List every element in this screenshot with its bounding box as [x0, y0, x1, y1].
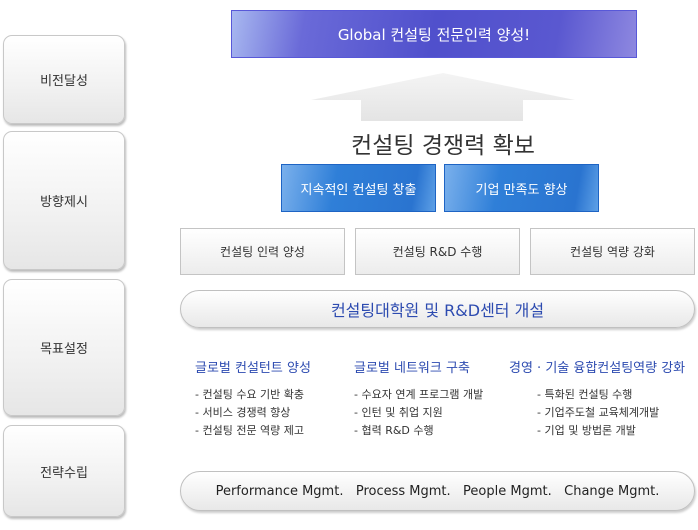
management-bar: Performance Mgmt. Process Mgmt. People M…	[180, 471, 695, 511]
strategy-item: 컨설팅 전문 역량 제고	[195, 422, 311, 440]
goal-box: 컨설팅 인력 양성	[180, 228, 345, 275]
strategy-column: 경영 · 기술 융합컨설팅역량 강화 특화된 컨설팅 수행기업주도철 교육체계개…	[509, 357, 685, 440]
goal-label: 컨설팅 R&D 수행	[392, 245, 483, 259]
strategy-item: 컨설팅 수요 기반 확충	[195, 386, 311, 404]
stage-direction: 방향제시	[3, 131, 125, 270]
strategy-item: 기업주도철 교육체계개발	[537, 404, 685, 422]
strategy-title: 경영 · 기술 융합컨설팅역량 강화	[509, 361, 686, 376]
strategy-title: 글로벌 네트워크 구축	[354, 361, 470, 376]
goal-box: 컨설팅 역량 강화	[530, 228, 695, 275]
strategy-item: 기업 및 방법론 개발	[537, 422, 685, 440]
direction-label: 지속적인 컨설팅 창출	[300, 182, 417, 198]
goal-bar: 컨설팅대학원 및 R&D센터 개설	[180, 290, 695, 328]
goal-box: 컨설팅 R&D 수행	[355, 228, 520, 275]
stage-vision: 비전달성	[3, 35, 125, 124]
stage-goal: 목표설정	[3, 279, 125, 416]
strategy-item: 서비스 경쟁력 향상	[195, 404, 311, 422]
strategy-item: 협력 R&D 수행	[354, 422, 483, 440]
stage-label: 전략수립	[40, 465, 88, 481]
strategy-item: 인턴 및 취업 지원	[354, 404, 483, 422]
strategy-column: 글로벌 네트워크 구축 수요자 연계 프로그램 개발인턴 및 취업 지원협력 R…	[354, 357, 483, 440]
vision-text: Global 컨설팅 전문인력 양성!	[337, 25, 531, 44]
strategy-title: 글로벌 컨설턴트 양성	[195, 361, 311, 376]
direction-box: 기업 만족도 향상	[444, 164, 599, 212]
strategy-column: 글로벌 컨설턴트 양성 컨설팅 수요 기반 확충서비스 경쟁력 향상컨설팅 전문…	[195, 357, 311, 440]
stage-label: 방향제시	[40, 195, 88, 210]
competitiveness-title: 컨설팅 경쟁력 확보	[351, 133, 535, 159]
direction-box: 지속적인 컨설팅 창출	[281, 164, 436, 212]
stage-strategy: 전략수립	[3, 425, 125, 517]
strategy-item: 수요자 연계 프로그램 개발	[354, 386, 483, 404]
goal-label: 컨설팅 인력 양성	[220, 245, 305, 259]
goal-label: 컨설팅 역량 강화	[570, 245, 655, 259]
strategy-item: 특화된 컨설팅 수행	[537, 386, 685, 404]
direction-label: 기업 만족도 향상	[475, 182, 568, 198]
vision-banner: Global 컨설팅 전문인력 양성!	[231, 10, 637, 58]
up-arrow-icon	[311, 73, 575, 121]
management-text: Performance Mgmt. Process Mgmt. People M…	[215, 483, 660, 499]
stage-label: 목표설정	[40, 342, 88, 357]
goal-bar-text: 컨설팅대학원 및 R&D센터 개설	[330, 301, 545, 320]
stage-label: 비전달성	[40, 74, 88, 89]
